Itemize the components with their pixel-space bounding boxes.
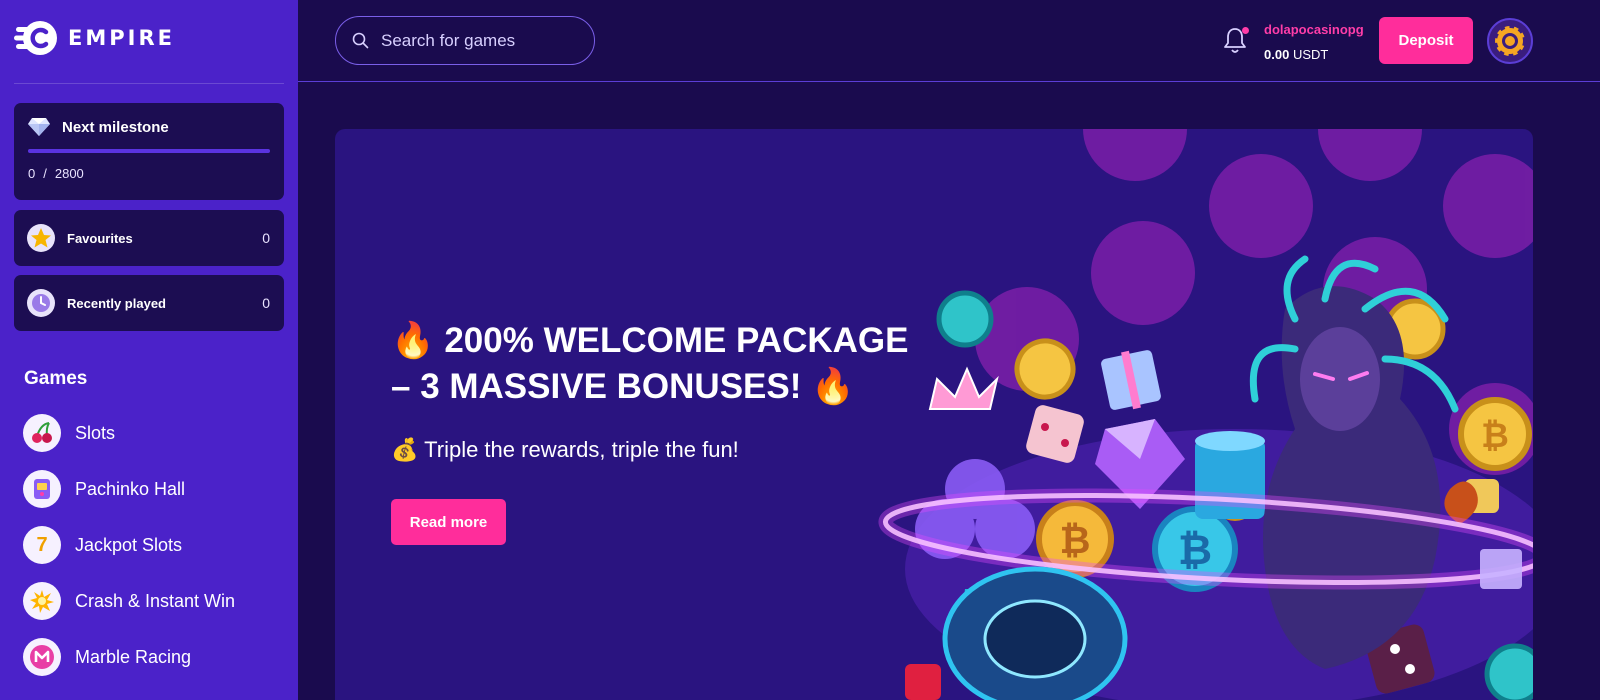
fire-icon: 🔥 [391, 321, 435, 360]
explosion-icon [23, 582, 61, 620]
banner-subtitle-text: Triple the rewards, triple the fun! [424, 437, 739, 462]
marble-m-icon [23, 638, 61, 676]
games-heading: Games [24, 368, 88, 389]
svg-text:₿: ₿ [1481, 416, 1509, 456]
clock-icon [27, 289, 55, 317]
sidebar-item-label: Crash & Instant Win [75, 590, 236, 611]
chip-avatar-icon [1493, 24, 1527, 58]
brand-name: EMPIRE [68, 26, 175, 50]
diamond-icon [28, 118, 50, 136]
avatar[interactable] [1487, 18, 1533, 64]
notification-dot [1242, 27, 1249, 34]
read-more-button[interactable]: Read more [391, 499, 506, 545]
sidebar-item-label: Slots [75, 422, 116, 443]
sidebar-item-label: Marble Racing [75, 646, 192, 667]
cherries-icon [23, 414, 61, 452]
balance-currency: USDT [1292, 47, 1329, 62]
svg-text:₿: ₿ [1060, 518, 1091, 562]
username: dolapocasinopg [1264, 22, 1364, 37]
sidebar-item-label: Jackpot Slots [75, 534, 183, 555]
milestone-current: 0 [28, 166, 36, 181]
milestone-separator: / [43, 166, 47, 181]
gift-icon [1101, 350, 1161, 410]
user-info[interactable]: dolapocasinopg 0.00 USDT [1264, 22, 1364, 62]
fire-icon: 🔥 [811, 367, 855, 406]
gift-icon-right [1480, 549, 1522, 589]
seven-icon: 7 [23, 526, 61, 564]
balance-amount: 0.00 [1264, 47, 1290, 62]
sidebar-divider [14, 83, 284, 84]
brand-logo[interactable]: EMPIRE [14, 18, 175, 58]
deposit-button[interactable]: Deposit [1379, 17, 1473, 64]
star-icon [27, 224, 55, 252]
search-input[interactable] [381, 30, 571, 51]
favourites-count: 0 [262, 230, 270, 246]
sidebar-item-pachinko-hall[interactable]: Pachinko Hall [23, 469, 185, 509]
roulette-wheel-icon [942, 566, 1128, 700]
recently-played-item[interactable]: Recently played 0 [14, 275, 284, 331]
pachinko-icon [23, 470, 61, 508]
milestone-progress-bar [28, 149, 270, 153]
search-icon [352, 32, 369, 49]
milestone-target: 2800 [54, 166, 84, 181]
sidebar-item-label: Pachinko Hall [75, 478, 186, 499]
sidebar-item-slots[interactable]: Slots [23, 413, 115, 453]
balance: 0.00 USDT [1264, 47, 1364, 62]
milestone-progress-text: 0 / 2800 [28, 166, 84, 181]
crown-icon [928, 366, 999, 410]
sidebar-item-jackpot-slots[interactable]: 7 Jackpot Slots [23, 525, 182, 565]
money-bag-icon: 💰 [391, 437, 419, 462]
banner-title: 🔥 200% WELCOME PACKAGE – 3 MASSIVE BONUS… [391, 318, 911, 410]
recently-played-count: 0 [262, 295, 270, 311]
top-header: dolapocasinopg 0.00 USDT Deposit [298, 0, 1600, 82]
sidebar-item-marble-racing[interactable]: Marble Racing [23, 637, 191, 677]
milestone-card[interactable]: Next milestone 0 / 2800 [14, 103, 284, 200]
milestone-title: Next milestone [62, 118, 169, 136]
banner-subtitle: 💰 Triple the rewards, triple the fun! [391, 437, 739, 463]
banner-illustration: ₿ ₿ ₿ [878, 129, 1533, 700]
search-box[interactable] [335, 16, 595, 65]
recently-played-label: Recently played [67, 295, 166, 311]
sidebar: EMPIRE Next milestone 0 / 2800 Favourite… [0, 0, 298, 700]
svg-text:₿: ₿ [1178, 525, 1212, 574]
favourites-label: Favourites [67, 230, 133, 246]
favourites-item[interactable]: Favourites 0 [14, 210, 284, 266]
sidebar-item-crash-instant-win[interactable]: Crash & Instant Win [23, 581, 235, 621]
promo-banner[interactable]: 🔥 200% WELCOME PACKAGE – 3 MASSIVE BONUS… [335, 129, 1533, 700]
empire-logo-icon [14, 21, 57, 55]
